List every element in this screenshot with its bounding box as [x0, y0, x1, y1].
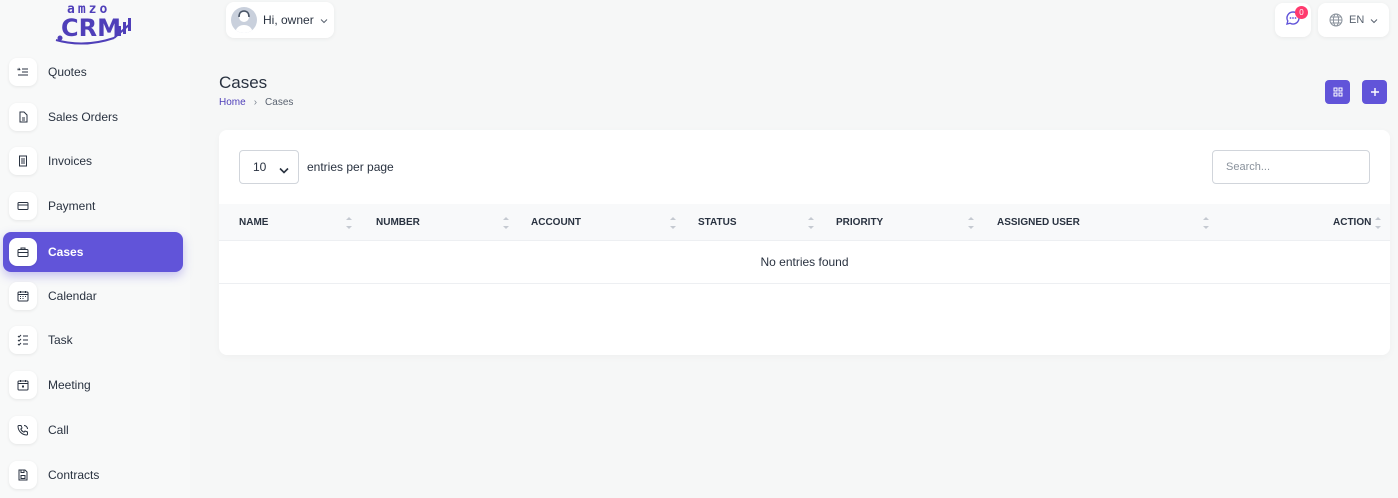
calendar-event-icon: [9, 371, 37, 399]
chevron-down-icon: [320, 11, 328, 29]
sort-icon: [1203, 216, 1209, 230]
save-file-icon: [9, 461, 37, 489]
sort-icon: [968, 216, 974, 230]
sort-icon: [808, 216, 814, 230]
add-case-button[interactable]: [1362, 80, 1387, 104]
sidebar-item-contracts[interactable]: Contracts: [3, 455, 183, 495]
messages-button[interactable]: 0: [1275, 3, 1311, 37]
column-label: ASSIGNED USER: [997, 217, 1080, 228]
entries-per-page-label: entries per page: [307, 160, 394, 174]
sidebar: amzo CRM ❝ Quotes Sales Orders Invoices: [0, 0, 190, 498]
page-title: Cases: [219, 73, 268, 92]
sort-icon: [670, 216, 676, 230]
chevron-down-icon: [279, 163, 289, 177]
sidebar-item-label: Task: [48, 333, 73, 347]
sidebar-item-payment[interactable]: Payment: [3, 186, 183, 226]
globe-icon: [1329, 13, 1343, 27]
sidebar-item-invoices[interactable]: Invoices: [3, 141, 183, 181]
sidebar-item-calendar[interactable]: Calendar: [3, 276, 183, 316]
file-icon: [9, 103, 37, 131]
column-label: NUMBER: [376, 217, 420, 228]
language-code: EN: [1349, 14, 1365, 26]
column-header-name[interactable]: NAME: [239, 204, 268, 241]
user-menu-button[interactable]: Hi, owner: [226, 2, 334, 38]
sidebar-item-label: Contracts: [48, 468, 100, 482]
column-header-assigned-user[interactable]: ASSIGNED USER: [997, 204, 1080, 241]
sort-icon: [1375, 216, 1381, 230]
credit-card-icon: [9, 192, 37, 220]
sidebar-item-label: Invoices: [48, 154, 93, 168]
sidebar-item-label: Sales Orders: [48, 110, 119, 124]
breadcrumb: Home › Cases: [219, 97, 293, 108]
user-greeting: Hi, owner: [263, 13, 314, 27]
plus-icon: [1370, 87, 1380, 97]
column-label: ACTION: [1333, 217, 1372, 228]
breadcrumb-home-link[interactable]: Home: [219, 97, 246, 108]
entries-per-page-value: 10: [253, 160, 267, 174]
search-input[interactable]: [1212, 150, 1370, 184]
grid-view-button[interactable]: [1325, 80, 1350, 104]
empty-table-message: No entries found: [219, 241, 1390, 284]
sidebar-item-cases[interactable]: Cases: [3, 232, 183, 272]
column-header-account[interactable]: ACCOUNT: [531, 204, 581, 241]
column-label: ACCOUNT: [531, 217, 581, 228]
sidebar-item-label: Meeting: [48, 378, 91, 392]
checklist-icon: [9, 326, 37, 354]
grid-icon: [1333, 87, 1343, 97]
column-label: NAME: [239, 217, 269, 228]
column-label: PRIORITY: [836, 217, 884, 228]
sidebar-item-call[interactable]: Call: [3, 410, 183, 450]
entries-per-page-select[interactable]: 10: [239, 150, 299, 184]
calendar-icon: [9, 282, 37, 310]
receipt-icon: [9, 147, 37, 175]
sidebar-item-label: Quotes: [48, 65, 87, 79]
sidebar-item-task[interactable]: Task: [3, 320, 183, 360]
briefcase-icon: [9, 238, 37, 266]
logo-swoosh-icon: [55, 18, 131, 45]
sidebar-item-label: Call: [48, 423, 69, 437]
column-label: STATUS: [698, 217, 737, 228]
sort-icon: [503, 216, 509, 230]
language-button[interactable]: EN: [1318, 3, 1389, 37]
column-header-priority[interactable]: PRIORITY: [836, 204, 883, 241]
sidebar-item-label: Calendar: [48, 289, 97, 303]
sidebar-item-label: Payment: [48, 199, 96, 213]
column-header-action[interactable]: ACTION: [1333, 204, 1371, 241]
svg-text:❝: ❝: [17, 67, 21, 75]
cases-table-card: 10 entries per page NAME NUMBER ACCOUNT …: [219, 130, 1390, 355]
sidebar-item-quotes[interactable]: ❝ Quotes: [3, 52, 183, 92]
sidebar-item-label: Cases: [48, 245, 84, 259]
sidebar-item-sales-orders[interactable]: Sales Orders: [3, 97, 183, 137]
column-header-status[interactable]: STATUS: [698, 204, 737, 241]
breadcrumb-separator: ›: [253, 97, 258, 108]
sidebar-item-meeting[interactable]: Meeting: [3, 365, 183, 405]
table-header: NAME NUMBER ACCOUNT STATUS PRIORITY ASSI…: [219, 204, 1390, 241]
notification-badge: 0: [1295, 6, 1308, 19]
avatar: [231, 7, 257, 33]
phone-icon: [9, 416, 37, 444]
brand-logo[interactable]: amzo CRM: [54, 2, 136, 46]
column-header-number[interactable]: NUMBER: [376, 204, 420, 241]
sort-icon: [346, 216, 352, 230]
quotes-icon: ❝: [9, 58, 37, 86]
breadcrumb-current: Cases: [265, 97, 294, 108]
chevron-down-icon: [1370, 11, 1378, 29]
